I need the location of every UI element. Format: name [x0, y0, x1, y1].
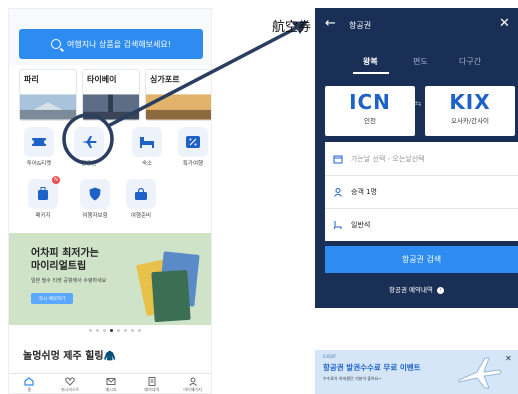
origin-name: 인천: [364, 117, 376, 125]
swap-icon[interactable]: ⇆: [411, 99, 425, 123]
seat-icon: [333, 221, 342, 230]
passenger-field[interactable]: 승객 1명: [325, 175, 518, 208]
date-placeholder: 가는날 선택 - 오는날선택: [351, 154, 425, 163]
active-tab-indicator: [353, 72, 389, 74]
back-arrow-icon[interactable]: ←: [325, 16, 336, 31]
destination-airport[interactable]: KIX 오사카/간사이: [425, 86, 515, 136]
person-icon: [334, 188, 342, 197]
passenger-count: 승객 1명: [351, 188, 377, 196]
highlight-circle: [62, 113, 114, 165]
close-icon[interactable]: ✕: [505, 354, 512, 363]
content-gap: [315, 308, 518, 348]
origin-airport[interactable]: ICN 인천: [325, 86, 415, 136]
flight-search-screen: ← 항공권 ✕ 왕복 편도 다구간 ICN 인천 ⇆ KIX 오사카/간사이 가…: [315, 8, 518, 394]
airplane-image: [458, 357, 502, 389]
search-flights-button[interactable]: 항공권 검색: [325, 246, 518, 273]
chevron-right-icon: ›: [437, 286, 444, 294]
calendar-icon: [333, 155, 343, 163]
tab-one-way[interactable]: 편도: [413, 56, 428, 67]
connector-arrow: [107, 22, 305, 128]
event-eyebrow: EVENT: [323, 354, 337, 359]
event-subtitle: 수수료가 아까웠던 기분이 좋아요~: [323, 376, 382, 381]
seat-class: 일반석: [351, 221, 371, 229]
event-title: 항공권 발권수수료 무료 이벤트: [323, 363, 421, 372]
seat-class-field[interactable]: 일반석: [325, 208, 518, 241]
connector-caption: 航空券: [272, 20, 312, 35]
reservation-history-link[interactable]: 항공권 예약내역 ›: [315, 284, 518, 294]
screen-title: 항공권: [349, 21, 372, 30]
date-field[interactable]: 가는날 선택 - 오는날선택: [325, 142, 518, 175]
close-icon[interactable]: ✕: [499, 16, 510, 31]
origin-code: ICN: [349, 90, 391, 114]
tab-multi-city[interactable]: 다구간: [459, 56, 481, 67]
destination-name: 오사카/간사이: [450, 117, 490, 125]
event-banner[interactable]: EVENT 항공권 발권수수료 무료 이벤트 수수료가 아까웠던 기분이 좋아요…: [315, 350, 518, 394]
destination-code: KIX: [449, 90, 491, 114]
tab-round-trip[interactable]: 왕복: [363, 56, 378, 67]
history-label: 항공권 예약내역: [388, 286, 433, 294]
